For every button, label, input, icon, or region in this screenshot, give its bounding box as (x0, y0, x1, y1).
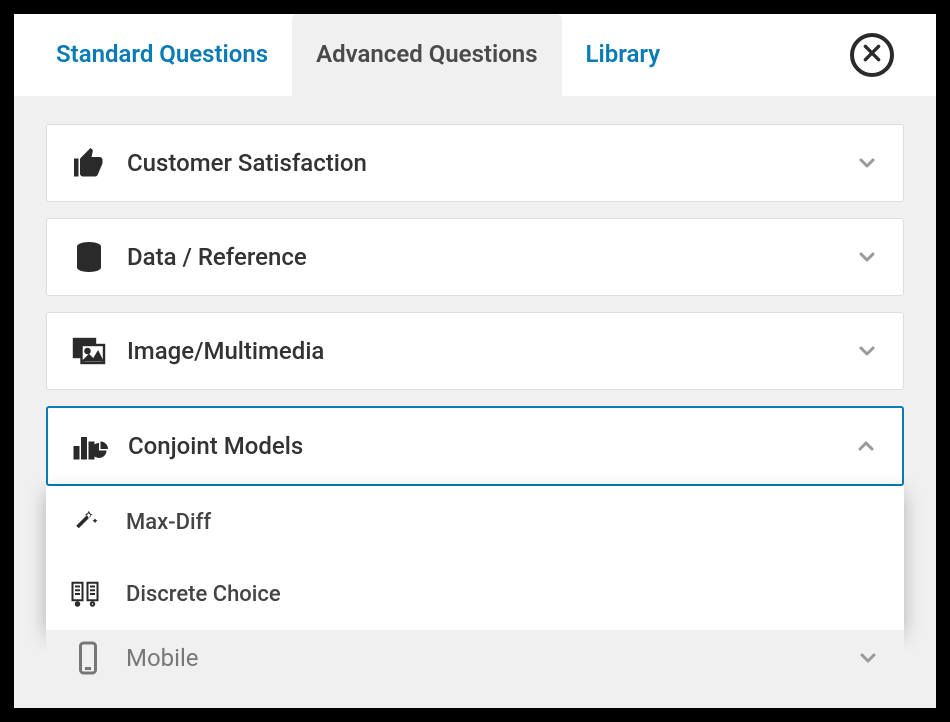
tab-advanced-questions[interactable]: Advanced Questions (292, 14, 561, 96)
chart-icon (72, 428, 116, 464)
subitem-label: Max-Diff (114, 510, 211, 535)
subitem-discrete-choice[interactable]: Discrete Choice (46, 558, 904, 630)
discrete-choice-icon (70, 578, 114, 610)
category-mobile[interactable]: Mobile (46, 630, 904, 676)
content-panel: Customer Satisfaction Data / Reference (14, 96, 936, 708)
category-label: Image/Multimedia (115, 337, 855, 365)
category-customer-satisfaction[interactable]: Customer Satisfaction (46, 124, 904, 202)
thumbs-up-icon (71, 145, 115, 181)
tab-library[interactable]: Library (562, 14, 685, 96)
category-data-reference[interactable]: Data / Reference (46, 218, 904, 296)
magic-wand-icon (70, 506, 114, 538)
chevron-down-icon (855, 339, 879, 363)
mobile-icon (70, 640, 114, 676)
multimedia-icon (71, 333, 115, 369)
category-label: Conjoint Models (116, 432, 854, 460)
category-label: Customer Satisfaction (115, 149, 855, 177)
category-label: Data / Reference (115, 243, 855, 271)
subitem-label: Discrete Choice (114, 582, 281, 607)
category-label: Mobile (114, 644, 856, 672)
database-icon (71, 239, 115, 275)
tab-standard-questions[interactable]: Standard Questions (46, 14, 292, 96)
chevron-down-icon (855, 151, 879, 175)
subitem-max-diff[interactable]: Max-Diff (46, 486, 904, 558)
chevron-down-icon (856, 646, 880, 670)
close-icon (862, 43, 882, 67)
category-image-multimedia[interactable]: Image/Multimedia (46, 312, 904, 390)
chevron-up-icon (854, 434, 878, 458)
close-button[interactable] (850, 33, 894, 77)
conjoint-subpanel: Max-Diff Discrete Choice (46, 486, 904, 630)
tabs-row: Standard Questions Advanced Questions Li… (14, 14, 936, 96)
chevron-down-icon (855, 245, 879, 269)
category-conjoint-models[interactable]: Conjoint Models (46, 406, 904, 486)
